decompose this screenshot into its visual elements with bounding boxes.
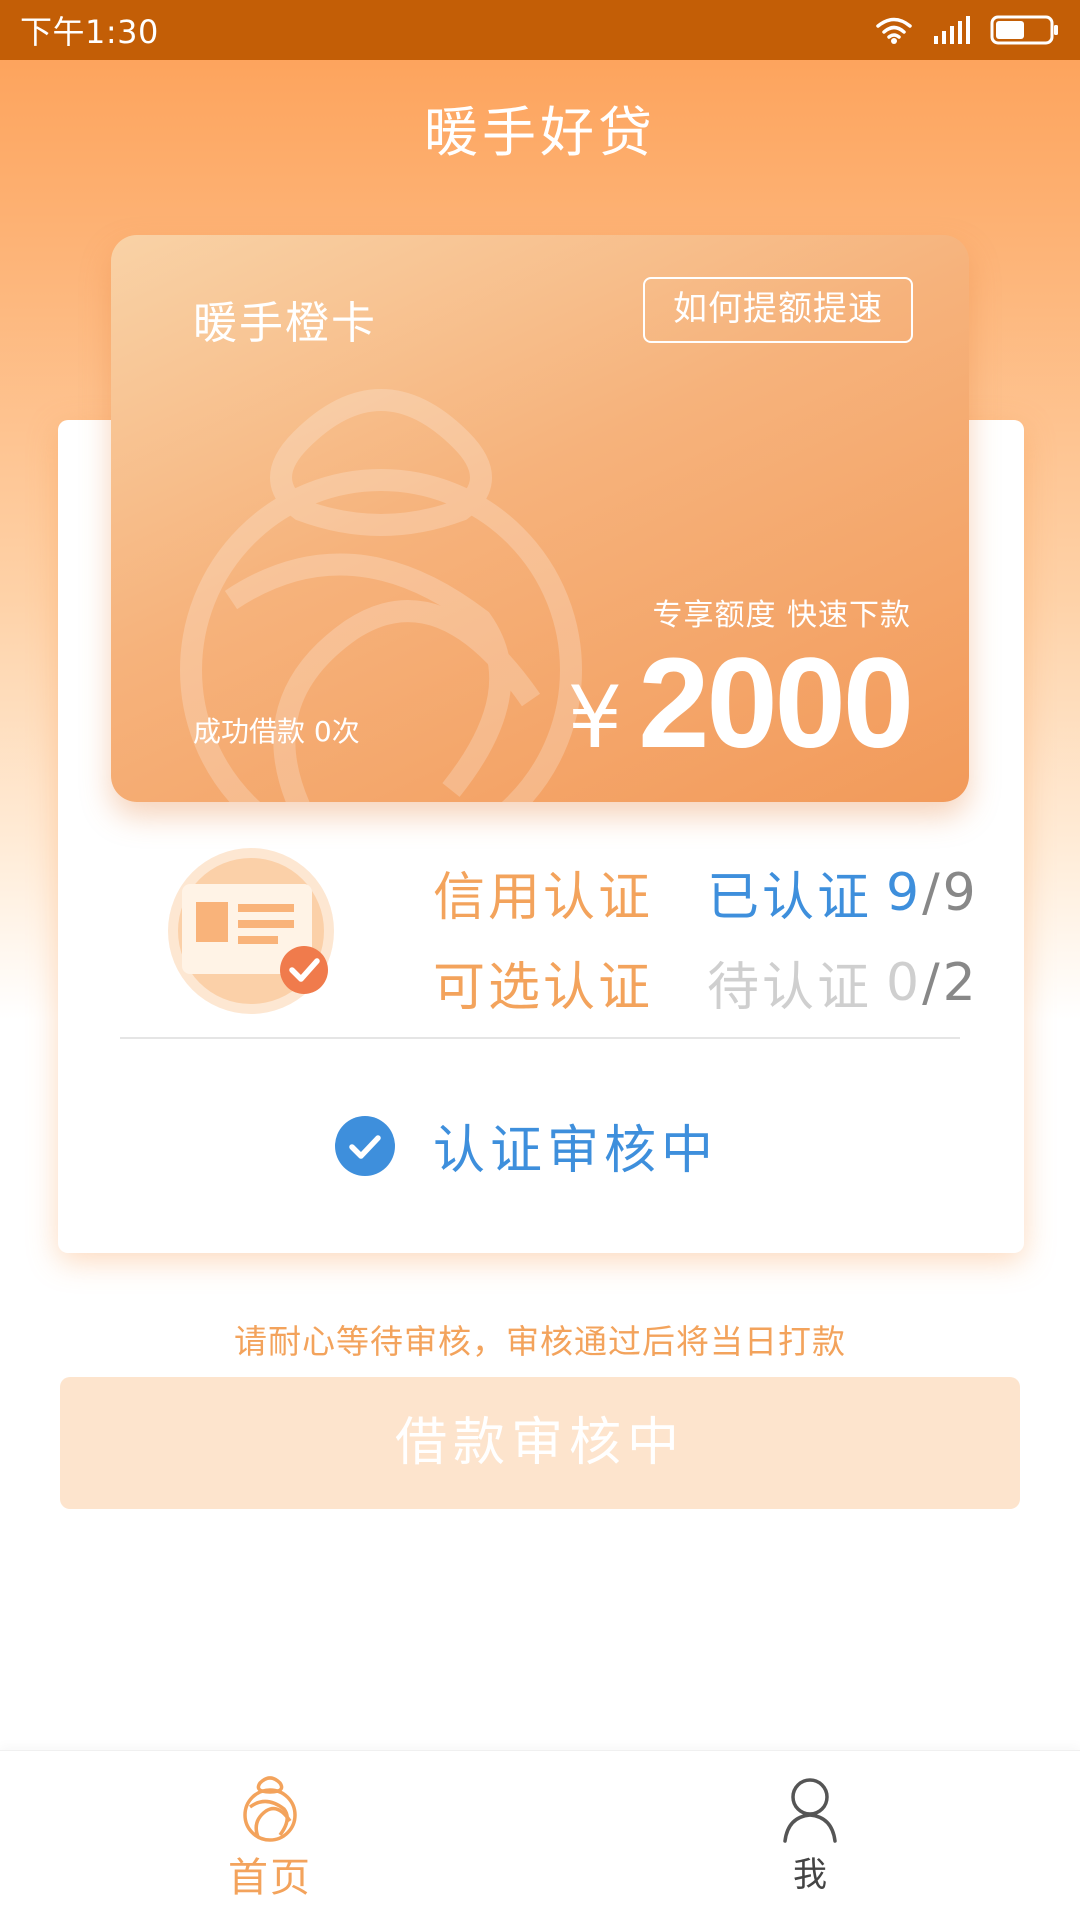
credit-amount: ¥ 2000 (567, 630, 914, 777)
credit-cert-total-count: 9 (942, 862, 979, 923)
nav-label-home: 首页 (228, 1855, 312, 1901)
wifi-icon (876, 17, 912, 44)
credit-cert-label: 信用认证 (433, 868, 654, 928)
amount-value: 2000 (638, 632, 914, 775)
loan-review-button[interactable]: 借款审核中 (60, 1377, 1020, 1509)
credit-cert-sep: / (922, 862, 943, 923)
home-logo-icon (243, 1776, 297, 1842)
nav-label-me: 我 (793, 1855, 827, 1895)
card-name: 暖手橙卡 (193, 298, 377, 349)
hint-text: 请耐心等待审核，审核通过后将当日打款 (234, 1322, 846, 1361)
card-slogan: 专享额度 快速下款 (652, 598, 911, 633)
review-status-text: 认证审核中 (433, 1121, 719, 1181)
success-loan-count: 成功借款 0次 (193, 715, 360, 748)
signal-icon (934, 16, 970, 44)
optional-cert-status: 待认证 (707, 958, 873, 1018)
check-circle-icon (335, 1115, 395, 1176)
optional-cert-sep: / (922, 952, 943, 1013)
page-title: 暖手好贷 (424, 101, 656, 164)
credit-cert-done-count: 9 (886, 862, 923, 923)
user-icon (783, 1778, 837, 1843)
divider (120, 1037, 960, 1039)
currency-symbol: ¥ (567, 668, 623, 768)
nav-item-me[interactable]: 我 (540, 1751, 1080, 1920)
optional-cert-total-count: 2 (942, 952, 979, 1013)
review-status: 认证审核中 (335, 1108, 718, 1183)
battery-icon (990, 15, 1058, 45)
status-time: 下午1:30 (20, 13, 159, 51)
bottom-nav: 首页 我 (0, 1750, 1080, 1920)
optional-cert-label: 可选认证 (433, 958, 654, 1018)
credit-card: 暖手橙卡 如何提额提速 专享额度 快速下款 ¥ 2000 成功借款 0次 (111, 235, 969, 802)
credit-cert-status: 已认证 (707, 868, 873, 928)
optional-cert-done-count: 0 (886, 952, 923, 1013)
status-icons (874, 14, 1060, 46)
credit-cert-row[interactable]: 信用认证 已认证 9 / 9 (433, 855, 979, 930)
status-bar: 下午1:30 (0, 0, 1080, 60)
nav-item-home[interactable]: 首页 (0, 1751, 540, 1920)
id-card-check-icon (168, 848, 334, 1014)
optional-cert-row[interactable]: 可选认证 待认证 0 / 2 (433, 945, 979, 1020)
raise-limit-button[interactable]: 如何提额提速 (643, 277, 913, 343)
